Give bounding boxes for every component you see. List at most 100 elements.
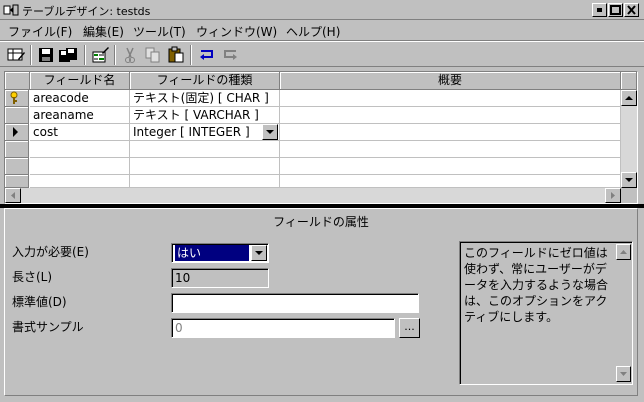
field-type-select[interactable]: Integer [ INTEGER ] [130, 124, 280, 141]
cut-button[interactable] [120, 46, 140, 64]
arrow-down-icon [620, 372, 627, 376]
undo-button[interactable] [197, 46, 217, 64]
format-sample-field[interactable]: 0 [171, 318, 395, 338]
toolbar-separator [30, 45, 32, 65]
required-select-value: はい [175, 245, 249, 261]
row-header[interactable] [5, 141, 29, 158]
cut-icon [125, 47, 135, 63]
redo-button[interactable] [220, 46, 240, 64]
arrow-left-icon [11, 192, 15, 199]
close-button[interactable] [624, 3, 639, 17]
help-scroll-up-button[interactable] [616, 244, 631, 260]
table-design-button[interactable] [6, 46, 26, 64]
title-bar[interactable]: テーブルデザイン: testds [0, 0, 644, 20]
field-grid[interactable]: フィールド名 フィールドの種類 概要 areacode テキスト(固定) [ C… [4, 71, 638, 204]
help-text-box: このフィールドにゼロ値は使わず、常にユーザーがデータを入力するような場合は、この… [459, 241, 633, 385]
redo-icon [224, 50, 237, 60]
save-as-button[interactable] [58, 46, 78, 64]
minimize-icon [597, 8, 602, 12]
save-icon [39, 48, 53, 62]
required-dropdown-button[interactable] [251, 245, 267, 261]
save-button[interactable] [36, 46, 56, 64]
help-scrollbar[interactable] [616, 244, 631, 382]
table-cell-description[interactable] [280, 124, 621, 141]
properties-title: フィールドの属性 [273, 215, 369, 229]
undo-icon [200, 50, 213, 60]
menu-bar: ファイル(F) 編集(E) ツール(T) ウィンドウ(W) ヘルプ(H) [0, 20, 644, 41]
table-cell-field-name[interactable]: areaname [30, 107, 130, 124]
row-header[interactable] [5, 124, 29, 141]
row-header[interactable] [5, 90, 29, 107]
format-sample-button[interactable]: ... [399, 318, 420, 338]
field-properties-panel: フィールドの属性 入力が必要(E) はい 長さ(L) 10 標準値(D) 書式サ… [4, 208, 638, 396]
primary-key-icon [10, 91, 18, 104]
horizontal-scrollbar[interactable] [5, 188, 621, 203]
required-select[interactable]: はい [171, 243, 269, 263]
scroll-up-button[interactable] [621, 90, 637, 106]
field-type-select-value: Integer [ INTEGER ] [133, 125, 250, 139]
table-cell-field-type[interactable] [130, 158, 280, 175]
table-cell-description[interactable] [280, 141, 621, 158]
chevron-down-icon [255, 251, 263, 255]
menu-help[interactable]: ヘルプ(H) [286, 23, 340, 40]
arrow-up-icon [620, 250, 627, 254]
scroll-left-button[interactable] [5, 188, 21, 203]
arrow-right-icon [611, 192, 615, 199]
help-text: このフィールドにゼロ値は使わず、常にユーザーがデータを入力するような場合は、この… [464, 246, 609, 324]
default-value-label: 標準値(D) [12, 295, 67, 309]
maximize-button[interactable] [608, 3, 623, 17]
paste-icon [168, 46, 184, 63]
required-label: 入力が必要(E) [12, 245, 89, 259]
row-header[interactable] [5, 158, 29, 175]
menu-window[interactable]: ウィンドウ(W) [196, 23, 277, 40]
table-cell-description[interactable] [280, 175, 621, 188]
table-cell-field-name[interactable] [30, 175, 130, 188]
vertical-scrollbar[interactable] [621, 90, 637, 188]
app-icon [3, 4, 19, 16]
table-cell-field-name[interactable] [30, 158, 130, 175]
table-cell-field-type[interactable]: テキスト(固定) [ CHAR ] [130, 90, 280, 107]
table-cell-description[interactable] [280, 90, 621, 107]
table-cell-field-name[interactable]: areacode [30, 90, 130, 107]
close-icon [627, 5, 636, 15]
table-cell-field-type[interactable]: テキスト [ VARCHAR ] [130, 107, 280, 124]
copy-button[interactable] [143, 46, 163, 64]
scroll-corner-header [621, 72, 637, 90]
edit-data-icon [92, 47, 109, 63]
scroll-down-button[interactable] [621, 172, 637, 188]
table-cell-field-type[interactable] [130, 175, 280, 188]
scroll-right-button[interactable] [605, 188, 621, 203]
help-scroll-down-button[interactable] [616, 366, 631, 382]
column-header-description[interactable]: 概要 [280, 72, 621, 90]
window-title: テーブルデザイン: testds [22, 5, 151, 18]
toolbar-separator [190, 45, 192, 65]
table-cell-field-type[interactable] [130, 141, 280, 158]
toolbar-separator [84, 45, 86, 65]
copy-icon [145, 47, 160, 63]
default-value-field[interactable] [171, 293, 419, 313]
table-cell-description[interactable] [280, 158, 621, 175]
toolbar [0, 41, 644, 67]
minimize-button[interactable] [592, 3, 607, 17]
paste-button[interactable] [166, 46, 186, 64]
row-header[interactable] [5, 175, 29, 188]
arrow-down-icon [625, 178, 633, 182]
toolbar-separator [114, 45, 116, 65]
format-sample-label: 書式サンプル [12, 320, 84, 334]
length-label: 長さ(L) [12, 270, 53, 284]
column-header-field-name[interactable]: フィールド名 [30, 72, 130, 90]
row-header[interactable] [5, 107, 29, 124]
menu-edit[interactable]: 編集(E) [83, 23, 124, 40]
scroll-corner [621, 188, 637, 203]
menu-tools[interactable]: ツール(T) [133, 23, 186, 40]
length-field[interactable]: 10 [171, 268, 269, 288]
table-cell-field-name[interactable]: cost [30, 124, 130, 141]
chevron-down-icon [266, 130, 274, 134]
column-header-field-type[interactable]: フィールドの種類 [130, 72, 280, 90]
field-type-dropdown-button[interactable] [262, 124, 278, 140]
edit-data-button[interactable] [90, 46, 110, 64]
table-design-icon [7, 48, 25, 61]
table-cell-description[interactable] [280, 107, 621, 124]
table-cell-field-name[interactable] [30, 141, 130, 158]
menu-file[interactable]: ファイル(F) [8, 23, 72, 40]
